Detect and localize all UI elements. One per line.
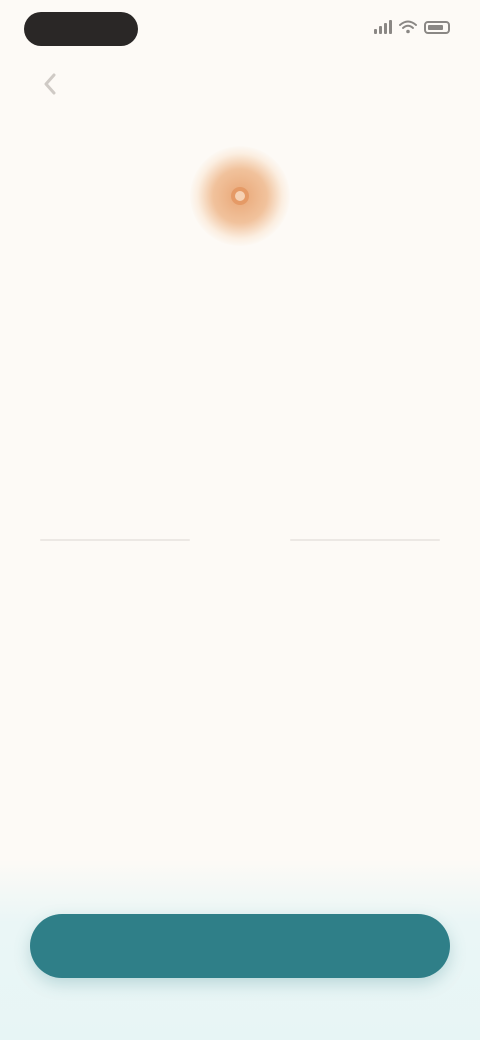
chevron-left-icon xyxy=(44,73,56,95)
hero-illustration xyxy=(190,146,290,246)
screen xyxy=(0,0,480,1040)
status-time xyxy=(24,12,138,46)
picker-selected-row xyxy=(40,520,440,560)
continue-button[interactable] xyxy=(30,914,450,978)
battery-icon xyxy=(424,20,450,34)
picker-divider-right xyxy=(290,539,440,541)
signal-icon xyxy=(374,20,392,34)
wifi-icon xyxy=(399,20,417,34)
status-icons xyxy=(374,20,450,34)
status-bar xyxy=(0,0,480,60)
value-picker[interactable] xyxy=(40,440,440,650)
sun-icon xyxy=(231,187,249,205)
back-button[interactable] xyxy=(30,64,70,104)
picker-divider-left xyxy=(40,539,190,541)
